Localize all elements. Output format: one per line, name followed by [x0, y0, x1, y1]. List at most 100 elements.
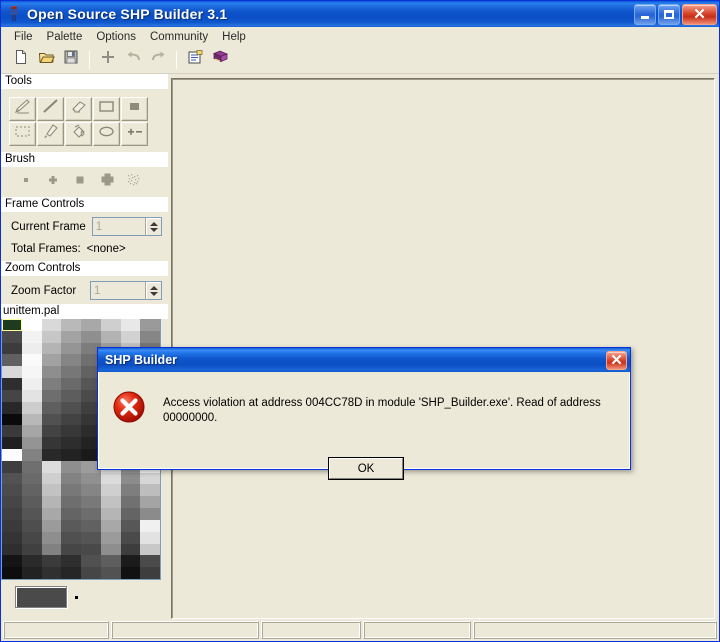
palette-swatch[interactable]	[41, 472, 62, 485]
menu-item-options[interactable]: Options	[89, 29, 143, 45]
palette-swatch[interactable]	[140, 567, 160, 579]
palette-swatch[interactable]	[2, 330, 22, 343]
palette-swatch[interactable]	[100, 555, 121, 568]
palette-swatch[interactable]	[41, 319, 62, 331]
brush-spray-button[interactable]	[121, 172, 147, 192]
palette-swatch[interactable]	[2, 389, 22, 402]
palette-swatch[interactable]	[100, 531, 121, 544]
palette-swatch[interactable]	[2, 508, 22, 520]
palette-swatch[interactable]	[2, 378, 22, 390]
current-frame-input[interactable]: 1	[92, 218, 145, 235]
palette-swatch[interactable]	[140, 508, 160, 520]
palette-swatch[interactable]	[21, 378, 42, 390]
palette-swatch[interactable]	[81, 496, 101, 509]
palette-swatch[interactable]	[61, 330, 81, 343]
palette-swatch[interactable]	[100, 543, 121, 556]
palette-swatch[interactable]	[21, 519, 42, 532]
palette-swatch[interactable]	[21, 472, 42, 485]
palette-swatch[interactable]	[2, 413, 22, 426]
palette-swatch[interactable]	[120, 531, 141, 544]
palette-swatch[interactable]	[140, 496, 160, 509]
spin-down-icon[interactable]	[149, 291, 158, 296]
brush-cross-small-button[interactable]	[40, 172, 66, 192]
zoom-factor-spin-buttons[interactable]	[145, 282, 161, 299]
new-file-button[interactable]	[9, 48, 33, 71]
zoom-factor-stepper[interactable]: 1	[90, 281, 162, 300]
palette-swatch[interactable]	[81, 567, 101, 579]
palette-swatch[interactable]	[41, 531, 62, 544]
palette-swatch[interactable]	[61, 519, 81, 532]
palette-swatch[interactable]	[61, 508, 81, 520]
palette-swatch[interactable]	[41, 425, 62, 438]
palette-swatch[interactable]	[41, 366, 62, 379]
current-frame-spin-buttons[interactable]	[145, 218, 161, 235]
palette-swatch[interactable]	[2, 484, 22, 497]
palette-swatch[interactable]	[2, 319, 22, 331]
open-file-button[interactable]	[34, 48, 58, 71]
palette-swatch[interactable]	[2, 543, 22, 556]
palette-swatch[interactable]	[61, 342, 81, 355]
palette-swatch[interactable]	[100, 496, 121, 509]
palette-swatch[interactable]	[61, 366, 81, 379]
palette-swatch[interactable]	[140, 531, 160, 544]
palette-swatch[interactable]	[41, 389, 62, 402]
palette-swatch[interactable]	[61, 472, 81, 485]
palette-swatch[interactable]	[61, 531, 81, 544]
filled-rectangle-tool-button[interactable]	[121, 97, 148, 121]
brush-dot-small-button[interactable]	[13, 172, 39, 192]
palette-swatch[interactable]	[120, 508, 141, 520]
palette-swatch[interactable]	[2, 519, 22, 532]
palette-swatch[interactable]	[61, 389, 81, 402]
palette-swatch[interactable]	[81, 531, 101, 544]
palette-swatch[interactable]	[100, 319, 121, 331]
spin-down-icon[interactable]	[149, 227, 158, 232]
palette-swatch[interactable]	[21, 413, 42, 426]
ellipse-tool-button[interactable]	[93, 122, 120, 146]
palette-swatch[interactable]	[21, 460, 42, 473]
palette-swatch[interactable]	[81, 555, 101, 568]
palette-swatch[interactable]	[61, 496, 81, 509]
palette-swatch[interactable]	[41, 437, 62, 449]
palette-swatch[interactable]	[81, 519, 101, 532]
eyedropper-tool-button[interactable]	[37, 122, 64, 146]
palette-swatch[interactable]	[61, 437, 81, 449]
dialog-close-button[interactable]: ✕	[606, 350, 627, 370]
palette-swatch[interactable]	[21, 389, 42, 402]
palette-swatch[interactable]	[2, 354, 22, 367]
plus-minus-tool-button[interactable]	[121, 122, 148, 146]
palette-swatch[interactable]	[61, 555, 81, 568]
dialog-ok-button[interactable]: OK	[328, 457, 404, 480]
palette-swatch[interactable]	[120, 567, 141, 579]
palette-swatch[interactable]	[140, 330, 160, 343]
palette-swatch[interactable]	[21, 330, 42, 343]
palette-swatch[interactable]	[81, 543, 101, 556]
menu-item-help[interactable]: Help	[215, 29, 253, 45]
menu-item-file[interactable]: File	[7, 29, 40, 45]
palette-swatch[interactable]	[81, 508, 101, 520]
spin-up-icon[interactable]	[149, 285, 158, 290]
palette-swatch[interactable]	[140, 555, 160, 568]
palette-swatch[interactable]	[120, 319, 141, 331]
current-color-swatch[interactable]	[15, 586, 67, 608]
palette-swatch[interactable]	[120, 519, 141, 532]
palette-swatch[interactable]	[140, 472, 160, 485]
palette-swatch[interactable]	[21, 531, 42, 544]
current-frame-stepper[interactable]: 1	[91, 217, 162, 236]
palette-swatch[interactable]	[120, 543, 141, 556]
brush-square-button[interactable]	[67, 172, 93, 192]
palette-swatch[interactable]	[2, 460, 22, 473]
palette-swatch[interactable]	[100, 472, 121, 485]
eraser-tool-button[interactable]	[65, 97, 92, 121]
palette-swatch[interactable]	[81, 484, 101, 497]
menu-item-palette[interactable]: Palette	[40, 29, 90, 45]
palette-swatch[interactable]	[41, 460, 62, 473]
palette-swatch[interactable]	[21, 555, 42, 568]
palette-swatch[interactable]	[100, 484, 121, 497]
spin-up-icon[interactable]	[149, 221, 158, 226]
palette-swatch[interactable]	[100, 567, 121, 579]
add-frame-button[interactable]	[96, 48, 120, 71]
palette-swatch[interactable]	[21, 448, 42, 461]
palette-swatch[interactable]	[21, 319, 42, 331]
select-tool-button[interactable]	[9, 122, 36, 146]
palette-swatch[interactable]	[21, 496, 42, 509]
